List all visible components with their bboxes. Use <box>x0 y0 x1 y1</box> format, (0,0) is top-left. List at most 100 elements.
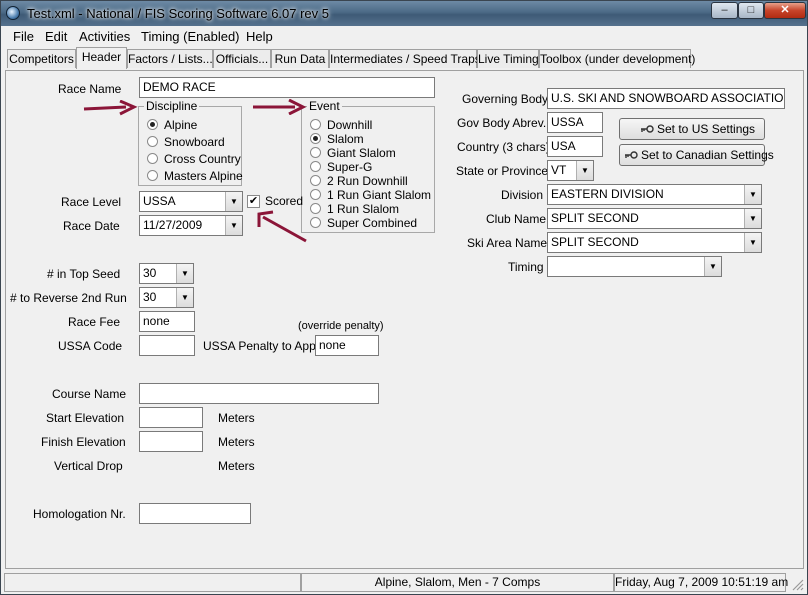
radio-dot-icon <box>147 136 158 147</box>
radio-dot-icon <box>147 153 158 164</box>
state-select[interactable]: VT ▼ <box>547 160 594 181</box>
status-panel-center: Alpine, Slalom, Men - 7 Comps <box>301 573 614 592</box>
annotation-arrow-scored <box>257 210 307 243</box>
tab-toolbox[interactable]: Toolbox (under development) <box>539 49 695 68</box>
race-date-picker[interactable]: 11/27/2009 ▼ <box>139 215 243 236</box>
ski-area-select[interactable]: SPLIT SECOND ▼ <box>547 232 762 253</box>
minimize-button[interactable]: – <box>711 2 738 19</box>
menu-activities[interactable]: Activities <box>79 29 130 44</box>
menu-file[interactable]: File <box>13 29 34 44</box>
radio-dot-icon <box>310 189 321 200</box>
ussa-code-label: USSA Code <box>58 339 123 353</box>
homologation-input[interactable] <box>139 503 251 524</box>
event-giant-slalom-label: Giant Slalom <box>327 146 396 160</box>
chevron-down-icon[interactable]: ▼ <box>744 185 761 204</box>
ussa-code-input[interactable] <box>139 335 195 356</box>
scored-label: Scored <box>265 194 304 208</box>
resize-grip-icon[interactable] <box>790 577 804 591</box>
scored-checkbox[interactable]: ✔ <box>247 195 260 208</box>
header-panel: Race Name DEMO RACE Discipline Alpine Sn… <box>5 70 804 569</box>
close-button[interactable]: ✕ <box>764 2 806 19</box>
status-bar: Alpine, Slalom, Men - 7 Comps Friday, Au… <box>2 572 806 594</box>
radio-dot-icon <box>310 161 321 172</box>
chevron-down-icon[interactable]: ▼ <box>744 209 761 228</box>
event-super-combined-label: Super Combined <box>327 216 418 230</box>
timing-label: Timing <box>508 260 544 274</box>
ski-area-label: Ski Area Name <box>467 236 548 250</box>
menu-timing[interactable]: Timing (Enabled) <box>141 29 240 44</box>
tab-officials[interactable]: Officials... <box>213 49 271 68</box>
start-elevation-label: Start Elevation <box>46 411 125 425</box>
club-name-label: Club Name <box>486 212 547 226</box>
set-us-settings-button[interactable]: Set to US Settings <box>619 118 765 140</box>
race-fee-input[interactable]: none <box>139 311 195 332</box>
radio-dot-icon <box>310 133 321 144</box>
tab-competitors[interactable]: Competitors <box>7 49 76 68</box>
race-name-input[interactable]: DEMO RACE <box>139 77 435 98</box>
chevron-down-icon[interactable]: ▼ <box>576 161 593 180</box>
reverse-label: # to Reverse 2nd Run <box>10 291 127 305</box>
event-2-run-downhill-label: 2 Run Downhill <box>327 174 408 188</box>
governing-body-label: Governing Body <box>462 92 549 106</box>
tab-live-timing[interactable]: Live Timing <box>477 49 539 68</box>
start-elevation-input[interactable] <box>139 407 203 428</box>
annotation-arrow-event <box>253 99 307 115</box>
tab-intermediates-speed-traps[interactable]: Intermediates / Speed Traps <box>329 49 481 68</box>
gov-body-abrev-input[interactable]: USSA <box>547 112 603 133</box>
annotation-arrow-discipline <box>83 100 138 116</box>
discipline-group: Discipline Alpine Snowboard Cross Countr… <box>138 99 243 186</box>
country-input[interactable]: USA <box>547 136 603 157</box>
app-icon[interactable] <box>6 6 20 20</box>
race-date-label: Race Date <box>63 219 120 233</box>
maximize-button[interactable]: □ <box>738 2 764 19</box>
vertical-drop-label: Vertical Drop <box>54 459 123 473</box>
set-canadian-settings-button[interactable]: Set to Canadian Settings <box>619 144 774 166</box>
tab-header[interactable]: Header <box>76 47 127 69</box>
tab-strip: Competitors Header Factors / Lists... Of… <box>7 47 802 70</box>
chevron-down-icon[interactable]: ▼ <box>176 288 193 307</box>
discipline-masters-alpine-label: Masters Alpine <box>164 169 243 183</box>
chevron-down-icon[interactable]: ▼ <box>176 264 193 283</box>
reverse-select[interactable]: 30 ▼ <box>139 287 194 308</box>
club-name-select[interactable]: SPLIT SECOND ▼ <box>547 208 762 229</box>
reverse-value: 30 <box>143 290 157 304</box>
title-bar[interactable]: Test.xml - National / FIS Scoring Softwa… <box>1 1 807 26</box>
radio-dot-icon <box>310 203 321 214</box>
chevron-down-icon[interactable]: ▼ <box>704 257 721 276</box>
radio-dot-icon <box>310 119 321 130</box>
race-name-label: Race Name <box>58 82 122 96</box>
event-downhill-label: Downhill <box>327 118 373 132</box>
timing-select[interactable]: ▼ <box>547 256 722 277</box>
chevron-down-icon[interactable]: ▼ <box>744 233 761 252</box>
race-fee-label: Race Fee <box>68 315 121 329</box>
gov-body-abrev-label: Gov Body Abrev. <box>457 116 547 130</box>
radio-dot-icon <box>147 119 158 130</box>
menu-help[interactable]: Help <box>246 29 273 44</box>
course-name-input[interactable] <box>139 383 379 404</box>
discipline-snowboard-label: Snowboard <box>164 135 225 149</box>
radio-dot-icon <box>147 170 158 181</box>
ussa-penalty-input[interactable]: none <box>315 335 379 356</box>
tab-factors-lists[interactable]: Factors / Lists... <box>127 49 213 68</box>
radio-dot-icon <box>310 147 321 158</box>
status-panel-left <box>4 573 301 592</box>
menu-edit[interactable]: Edit <box>45 29 67 44</box>
radio-dot-icon <box>310 175 321 186</box>
governing-body-input[interactable]: U.S. SKI AND SNOWBOARD ASSOCIATION <box>547 88 785 109</box>
tab-run-data[interactable]: Run Data <box>271 49 329 68</box>
discipline-cross-country-label: Cross Country <box>164 152 241 166</box>
state-value: VT <box>551 163 567 177</box>
race-level-select[interactable]: USSA ▼ <box>139 191 243 212</box>
top-seed-select[interactable]: 30 ▼ <box>139 263 194 284</box>
event-title: Event <box>307 99 342 113</box>
event-group: Event Downhill Slalom Giant Slalom Super… <box>301 99 435 233</box>
event-1-run-slalom-label: 1 Run Slalom <box>327 202 400 216</box>
division-select[interactable]: EASTERN DIVISION ▼ <box>547 184 762 205</box>
chevron-down-icon[interactable]: ▼ <box>225 192 242 211</box>
top-seed-value: 30 <box>143 266 157 280</box>
chevron-down-icon[interactable]: ▼ <box>225 216 242 235</box>
country-label: Country (3 chars) <box>457 140 550 154</box>
finish-elevation-input[interactable] <box>139 431 203 452</box>
homologation-label: Homologation Nr. <box>33 507 126 521</box>
vertical-drop-unit: Meters <box>218 459 255 473</box>
